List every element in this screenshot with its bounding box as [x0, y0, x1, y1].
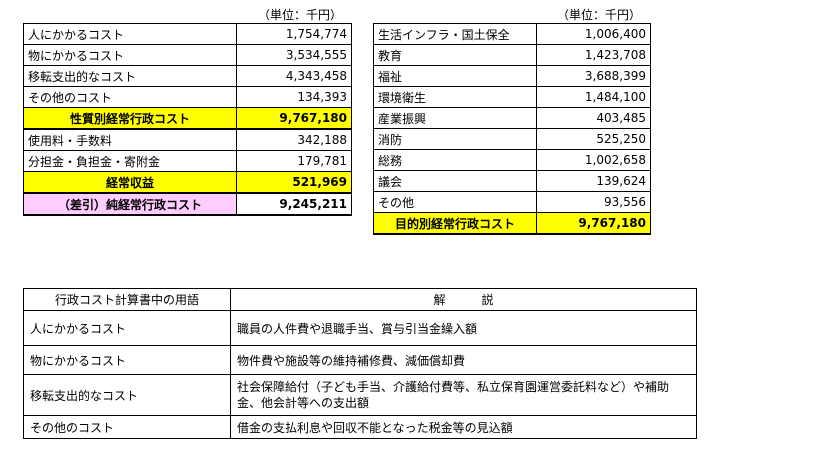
- table-row: 分担金・負担金・寄附金 179,781: [23, 150, 352, 172]
- row-label: 総務: [373, 149, 537, 171]
- row-value: 1,423,708: [536, 44, 651, 66]
- table-row: 移転支出的なコスト 4,343,458: [23, 65, 352, 87]
- row-label: 分担金・負担金・寄附金: [23, 150, 237, 172]
- net-cost-row: （差引）純経常行政コスト 9,245,211: [23, 192, 352, 216]
- row-value: 1,006,400: [536, 23, 651, 45]
- row-label: 移転支出的なコスト: [23, 65, 237, 87]
- table-row: 人にかかるコスト 職員の人件費や退職手当、賞与引当金繰入額: [23, 310, 697, 346]
- income-value: 521,969: [236, 171, 352, 194]
- row-value: 1,754,774: [236, 23, 352, 45]
- left-unit-label: （単位：千円）: [258, 8, 343, 22]
- table-row: 福祉 3,688,399: [373, 65, 651, 87]
- desc-cell: 借金の支払利息や回収不能となった税金等の見込額: [230, 415, 697, 439]
- row-label: 消防: [373, 128, 537, 150]
- purpose-total-row: 目的別経常行政コスト 9,767,180: [373, 212, 651, 235]
- row-label: 福祉: [373, 65, 537, 87]
- row-label: 環境衛生: [373, 86, 537, 108]
- table-row: 産業振興 403,485: [373, 107, 651, 129]
- net-cost-label: （差引）純経常行政コスト: [23, 192, 237, 216]
- subtotal-label: 性質別経常行政コスト: [23, 107, 237, 130]
- table-row: 使用料・手数料 342,188: [23, 128, 352, 151]
- row-value: 342,188: [236, 128, 352, 151]
- terms-header-term: 行政コスト計算書中の用語: [23, 288, 231, 311]
- row-value: 525,250: [536, 128, 651, 150]
- purpose-total-value: 9,767,180: [536, 212, 651, 235]
- term-cell: 物にかかるコスト: [23, 345, 231, 375]
- table-row: 人にかかるコスト 1,754,774: [23, 23, 352, 45]
- row-value: 179,781: [236, 150, 352, 172]
- net-cost-value: 9,245,211: [236, 192, 352, 216]
- table-row: 教育 1,423,708: [373, 44, 651, 66]
- row-value: 1,484,100: [536, 86, 651, 108]
- table-row: 議会 139,624: [373, 170, 651, 192]
- desc-cell: 物件費や施設等の維持補修費、減価償却費: [230, 345, 697, 375]
- terms-table: 行政コスト計算書中の用語 解 説 人にかかるコスト 職員の人件費や退職手当、賞与…: [23, 288, 697, 439]
- row-label: 人にかかるコスト: [23, 23, 237, 45]
- row-label: 教育: [373, 44, 537, 66]
- purpose-cost-table: 生活インフラ・国土保全 1,006,400 教育 1,423,708 福祉 3,…: [373, 23, 651, 235]
- desc-cell: 社会保障給付（子ども手当、介護給付費等、私立保育園運営委託料など）や補助金、他会…: [230, 374, 697, 416]
- row-value: 139,624: [536, 170, 651, 192]
- desc-cell: 職員の人件費や退職手当、賞与引当金繰入額: [230, 310, 697, 346]
- row-value: 3,688,399: [536, 65, 651, 87]
- purpose-total-label: 目的別経常行政コスト: [373, 212, 537, 235]
- income-row: 経常収益 521,969: [23, 171, 352, 194]
- row-label: 産業振興: [373, 107, 537, 129]
- row-value: 403,485: [536, 107, 651, 129]
- income-label: 経常収益: [23, 171, 237, 194]
- row-label: 生活インフラ・国土保全: [373, 23, 537, 45]
- row-value: 134,393: [236, 86, 352, 108]
- terms-header-row: 行政コスト計算書中の用語 解 説: [23, 288, 697, 311]
- table-row: 総務 1,002,658: [373, 149, 651, 171]
- row-value: 93,556: [536, 191, 651, 213]
- terms-header-desc: 解 説: [230, 288, 697, 311]
- term-cell: その他のコスト: [23, 415, 231, 439]
- row-label: 物にかかるコスト: [23, 44, 237, 66]
- table-row: 生活インフラ・国土保全 1,006,400: [373, 23, 651, 45]
- table-row: その他のコスト 134,393: [23, 86, 352, 108]
- row-value: 4,343,458: [236, 65, 352, 87]
- row-value: 3,534,555: [236, 44, 352, 66]
- term-cell: 移転支出的なコスト: [23, 374, 231, 416]
- row-value: 1,002,658: [536, 149, 651, 171]
- nature-cost-table: 人にかかるコスト 1,754,774 物にかかるコスト 3,534,555 移転…: [23, 23, 352, 216]
- table-row: その他 93,556: [373, 191, 651, 213]
- subtotal-row: 性質別経常行政コスト 9,767,180: [23, 107, 352, 130]
- row-label: その他のコスト: [23, 86, 237, 108]
- row-label: 使用料・手数料: [23, 128, 237, 151]
- table-row: その他のコスト 借金の支払利息や回収不能となった税金等の見込額: [23, 415, 697, 439]
- table-row: 移転支出的なコスト 社会保障給付（子ども手当、介護給付費等、私立保育園運営委託料…: [23, 374, 697, 416]
- table-row: 消防 525,250: [373, 128, 651, 150]
- right-unit-label: （単位：千円）: [557, 8, 642, 22]
- table-row: 物にかかるコスト 物件費や施設等の維持補修費、減価償却費: [23, 345, 697, 375]
- row-label: 議会: [373, 170, 537, 192]
- table-row: 物にかかるコスト 3,534,555: [23, 44, 352, 66]
- term-cell: 人にかかるコスト: [23, 310, 231, 346]
- table-row: 環境衛生 1,484,100: [373, 86, 651, 108]
- subtotal-value: 9,767,180: [236, 107, 352, 130]
- row-label: その他: [373, 191, 537, 213]
